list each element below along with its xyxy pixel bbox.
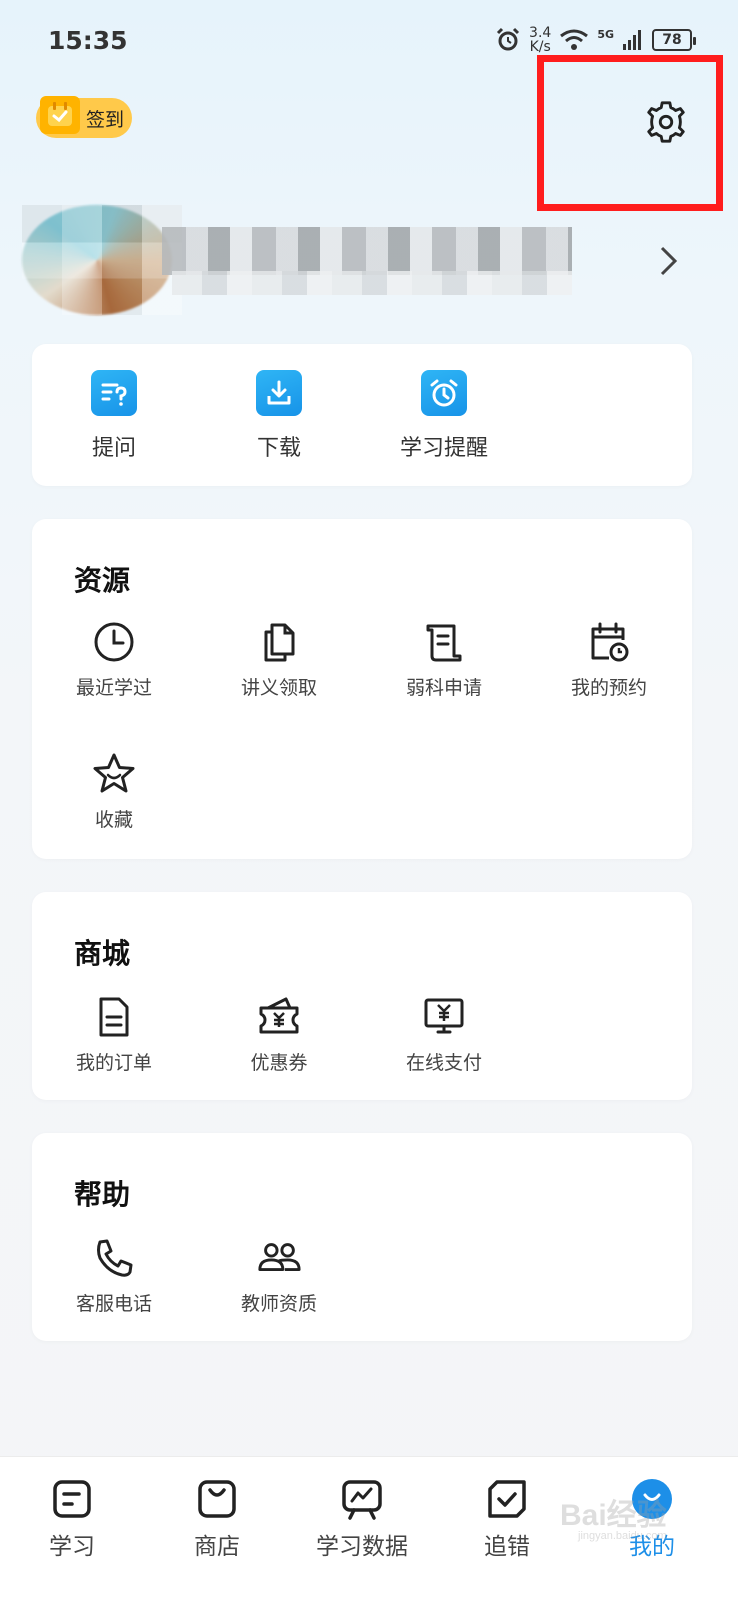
order-icon: [91, 994, 137, 1040]
nav-study[interactable]: 学习: [12, 1477, 132, 1561]
highlight-annotation: [537, 55, 723, 211]
my-appointments-item[interactable]: 我的预约: [539, 619, 679, 700]
quick-actions-card: 提问 下载 学习提醒: [32, 344, 692, 486]
phone-icon: [91, 1235, 137, 1281]
my-orders-item[interactable]: 我的订单: [44, 994, 184, 1075]
star-icon: [91, 751, 137, 797]
documents-icon: [256, 619, 302, 665]
wifi-icon: [560, 29, 589, 50]
help-card: 帮助 客服电话 教师资质: [32, 1133, 692, 1341]
handouts-item[interactable]: 讲义领取: [209, 619, 349, 700]
weak-subject-item[interactable]: 弱科申请: [374, 619, 514, 700]
user-info-mosaic: [172, 271, 572, 295]
nav-study-data[interactable]: 学习数据: [302, 1477, 422, 1561]
clock-icon: [91, 619, 137, 665]
nav-shop[interactable]: 商店: [157, 1477, 277, 1561]
download-icon: [256, 370, 302, 416]
battery-indicator: 78: [652, 29, 696, 51]
scroll-icon: [421, 619, 467, 665]
question-icon: [91, 370, 137, 416]
avatar-mosaic: [22, 205, 182, 315]
study-icon: [50, 1477, 94, 1521]
online-payment-item[interactable]: 在线支付: [374, 994, 514, 1075]
customer-service-item[interactable]: 客服电话: [44, 1235, 184, 1316]
calendar-clock-icon: [586, 619, 632, 665]
chevron-right-icon: [658, 245, 680, 286]
teacher-credentials-item[interactable]: 教师资质: [209, 1235, 349, 1316]
alarm-icon: [421, 370, 467, 416]
baidu-watermark: Bai经验 jingyan.baidu.com: [560, 1499, 667, 1542]
mall-title: 商城: [74, 937, 131, 970]
check-note-icon: [485, 1477, 529, 1521]
favorites-item[interactable]: 收藏: [44, 751, 184, 832]
network-type: 5G: [597, 27, 614, 41]
alarm-icon: [496, 27, 520, 51]
teachers-icon: [256, 1235, 302, 1281]
quick-action-reminder[interactable]: 学习提醒: [374, 370, 514, 462]
status-time: 15:35: [48, 26, 128, 55]
checkin-button[interactable]: 签到: [36, 96, 132, 138]
resources-card: 资源 最近学过 讲义领取 弱科申请 我的预约 收藏: [32, 519, 692, 859]
coupon-icon: [256, 994, 302, 1040]
mall-card: 商城 我的订单 优惠券 在线支付: [32, 892, 692, 1100]
recent-studied-item[interactable]: 最近学过: [44, 619, 184, 700]
net-speed: 3.4 K/s: [529, 25, 552, 55]
chart-board-icon: [340, 1477, 384, 1521]
quick-action-download[interactable]: 下载: [209, 370, 349, 462]
profile-row[interactable]: [22, 205, 722, 320]
payment-icon: [421, 994, 467, 1040]
shop-icon: [195, 1477, 239, 1521]
status-icons: 3.4 K/s 5G 78: [495, 25, 696, 55]
checkin-label: 签到: [86, 108, 125, 131]
username-mosaic: [162, 227, 572, 275]
resources-title: 资源: [74, 564, 131, 597]
coupons-item[interactable]: 优惠券: [209, 994, 349, 1075]
quick-action-ask[interactable]: 提问: [44, 370, 184, 462]
nav-mistakes[interactable]: 追错: [447, 1477, 567, 1561]
help-title: 帮助: [74, 1178, 131, 1211]
signal-icon: [623, 30, 641, 50]
calendar-check-icon: [40, 96, 80, 134]
